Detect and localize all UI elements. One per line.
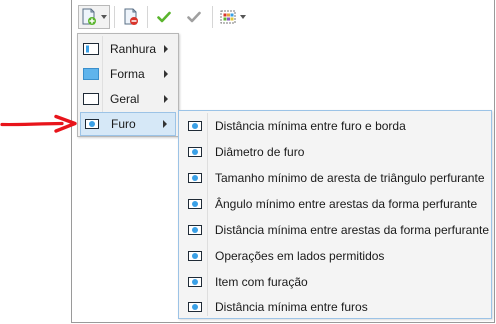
hole-icon [85, 119, 99, 129]
menu-item-forma[interactable]: Forma [80, 62, 176, 86]
submenu-item-label: Distância mínima entre furo e borda [215, 119, 406, 133]
chevron-right-icon [164, 45, 168, 53]
toolbar-separator [212, 6, 213, 28]
submenu-item-label: Item com furação [215, 275, 308, 289]
hole-icon [188, 302, 202, 312]
menu-item-label: Furo [111, 117, 136, 131]
submenu-item-label: Distância mínima entre arestas da forma … [214, 223, 489, 237]
check-gray-icon [187, 11, 201, 23]
hole-icon [188, 277, 202, 287]
chevron-down-icon [101, 15, 107, 19]
menu-item-label: Geral [110, 92, 140, 106]
furo-submenu: Distância mínima entre furo e borda Diâm… [178, 110, 492, 319]
enable-rule-button[interactable] [152, 5, 176, 29]
chevron-right-icon [164, 95, 168, 103]
submenu-item[interactable]: Tamanho mínimo de aresta de triângulo pe… [181, 165, 489, 191]
menu-item-label: Forma [110, 67, 145, 81]
disable-rule-button[interactable] [182, 5, 206, 29]
toolbar [72, 0, 494, 32]
submenu-item-label: Distância mínima entre furos [215, 300, 368, 314]
rule-type-menu: Ranhura Forma Geral Furo [77, 33, 179, 137]
color-grid-icon [220, 10, 236, 24]
chevron-right-icon [163, 120, 167, 128]
hole-icon [188, 199, 202, 209]
toolbar-separator [114, 6, 115, 28]
submenu-item[interactable]: Item com furação [181, 269, 489, 295]
chevron-down-icon [240, 15, 246, 19]
hole-icon [187, 225, 202, 235]
red-arrow-icon [0, 114, 77, 133]
submenu-item-label: Tamanho mínimo de aresta de triângulo pe… [215, 171, 485, 185]
submenu-item[interactable]: Distância mínima entre furos [181, 294, 489, 320]
submenu-item[interactable]: Distância mínima entre furo e borda [181, 113, 489, 139]
submenu-item-label: Diâmetro de furo [215, 145, 305, 159]
menu-item-furo[interactable]: Furo [80, 112, 176, 136]
hole-icon [188, 173, 202, 183]
hole-icon [188, 147, 202, 157]
general-icon [83, 93, 99, 105]
check-green-icon [157, 11, 171, 23]
submenu-item[interactable]: Diâmetro de furo [181, 139, 489, 165]
submenu-item[interactable]: Operações em lados permitidos [181, 243, 489, 269]
submenu-item[interactable]: Ângulo mínimo entre arestas da forma per… [181, 191, 489, 217]
submenu-item-label: Operações em lados permitidos [215, 249, 385, 263]
add-document-icon [82, 8, 96, 25]
hole-icon [188, 251, 202, 261]
menu-item-geral[interactable]: Geral [80, 87, 176, 111]
shape-icon [83, 68, 99, 80]
color-picker-split-button[interactable] [217, 5, 249, 29]
menu-item-label: Ranhura [110, 42, 157, 56]
remove-document-icon [124, 8, 138, 25]
chevron-right-icon [164, 70, 168, 78]
add-rule-split-button[interactable] [78, 5, 110, 29]
submenu-item[interactable]: Distância mínima entre arestas da forma … [181, 217, 489, 243]
slot-icon [83, 43, 99, 55]
submenu-item-label: Ângulo mínimo entre arestas da forma per… [215, 197, 478, 211]
toolbar-separator [147, 6, 148, 28]
remove-rule-button[interactable] [119, 5, 143, 29]
menu-item-ranhura[interactable]: Ranhura [80, 37, 176, 61]
hole-icon [188, 121, 202, 131]
